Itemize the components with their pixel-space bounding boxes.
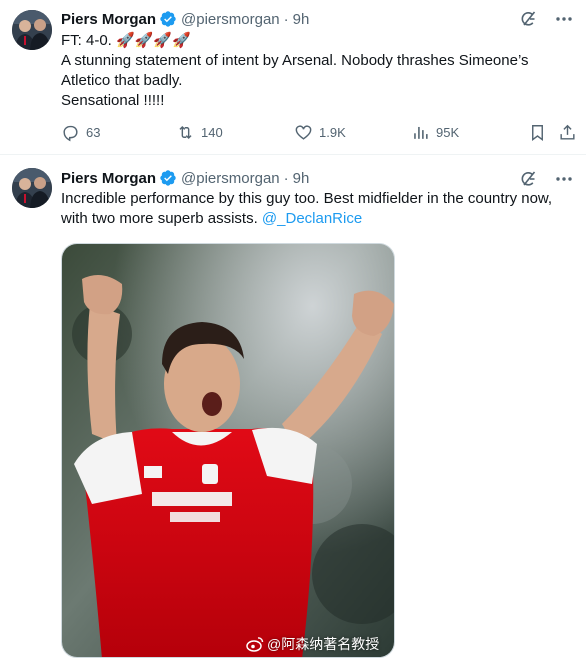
like-count: 1.9K <box>319 124 346 140</box>
like-button[interactable]: 1.9K <box>294 121 346 143</box>
tweet-text: FT: 4-0. 🚀🚀🚀🚀 A stunning statement of in… <box>61 31 576 111</box>
views-count: 95K <box>436 124 460 140</box>
share-button[interactable] <box>558 121 577 143</box>
mention-link[interactable]: @_DeclanRice <box>262 210 362 227</box>
verified-badge-icon <box>159 10 177 28</box>
retweet-icon <box>179 125 192 139</box>
author-name[interactable]: Piers Morgan <box>61 11 156 28</box>
bookmark-button[interactable] <box>528 121 547 143</box>
tweet-actions: 63 140 1.9K 95K <box>61 121 578 143</box>
author-handle[interactable]: @piersmorgan <box>181 11 280 28</box>
tweet-text-line: A stunning statement of intent by Arsena… <box>61 52 529 69</box>
tweet-time[interactable]: 9h <box>293 170 310 187</box>
separator-dot: · <box>283 169 289 187</box>
tweet-top-actions <box>518 9 574 29</box>
separator-dot: · <box>283 10 289 28</box>
watermark-text: @阿森纳著名教授 <box>267 636 380 652</box>
like-icon <box>295 124 312 140</box>
author-name[interactable]: Piers Morgan <box>61 170 156 187</box>
more-icon[interactable] <box>554 169 574 189</box>
author-avatar[interactable] <box>12 168 52 208</box>
tweet-text-line: with two more superb assists. @_DeclanRi… <box>61 209 576 229</box>
share-icon <box>560 124 575 140</box>
tweet-photo[interactable] <box>61 243 395 658</box>
views-icon <box>414 126 428 139</box>
retweet-button[interactable]: 140 <box>176 121 223 143</box>
reply-icon <box>63 125 78 141</box>
tweet-text-line: FT: 4-0. 🚀🚀🚀🚀 <box>61 32 191 49</box>
weibo-icon <box>246 637 264 652</box>
photo-watermark: @阿森纳著名教授 <box>246 634 379 654</box>
views-button[interactable]: 95K <box>411 121 459 143</box>
tweet-text-fragment: with two more superb assists. <box>61 210 258 227</box>
reply-button[interactable]: 63 <box>61 121 100 143</box>
reply-count: 63 <box>86 124 101 140</box>
retweet-count: 140 <box>201 124 223 140</box>
more-icon[interactable] <box>554 9 574 29</box>
tweet-header: Piers Morgan @piersmorgan · 9h <box>61 168 309 188</box>
tweet-text-line: Sensational !!!!! <box>61 92 165 109</box>
tweet-text-line: Incredible performance by this guy too. … <box>61 190 553 207</box>
tweet-header: Piers Morgan @piersmorgan · 9h <box>61 9 309 29</box>
tweet-top-actions <box>518 169 574 189</box>
grok-icon[interactable] <box>518 9 538 29</box>
tweet-2[interactable]: Piers Morgan @piersmorgan · 9h Incredibl… <box>0 155 586 660</box>
bookmark-icon <box>532 124 543 141</box>
author-handle[interactable]: @piersmorgan <box>181 170 280 187</box>
tweet-time[interactable]: 9h <box>293 11 310 28</box>
author-avatar[interactable] <box>12 10 52 50</box>
tweet-text-line: Atletico that badly. <box>61 72 183 89</box>
tweet-text: Incredible performance by this guy too. … <box>61 189 576 229</box>
verified-badge-icon <box>159 169 177 187</box>
grok-icon[interactable] <box>518 169 538 189</box>
tweet-1[interactable]: Piers Morgan @piersmorgan · 9h FT: 4-0. … <box>0 0 586 155</box>
